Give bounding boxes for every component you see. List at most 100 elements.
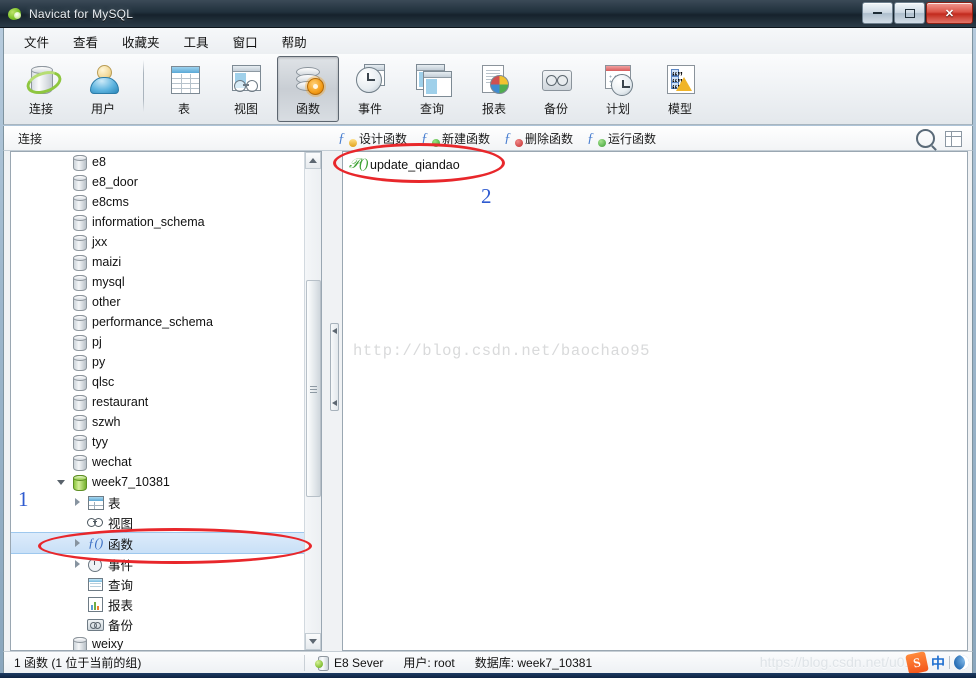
scroll-up-button[interactable] [305,152,321,169]
tree-item-weixy[interactable]: weixy [11,634,305,650]
tree-item-szwh[interactable]: szwh [11,412,305,432]
tree-item-e8cms[interactable]: e8cms [11,192,305,212]
tree-item-label: 查询 [108,578,134,593]
function-list-pane[interactable]: 𝒫() update_qiandao http://blog.csdn.net/… [342,151,968,651]
toolbar-connection[interactable]: 连接 [10,56,72,122]
toolbar-query[interactable]: 查询 [401,56,463,122]
close-button[interactable]: ✕ [926,2,973,24]
tree-scrollbar[interactable] [304,152,321,650]
run-function-icon: ƒ [587,131,607,147]
status-server-text: E8 Sever [334,655,384,670]
watermark-text: http://blog.csdn.net/baochao95 [353,342,651,360]
tree-item-pj[interactable]: pj [11,332,305,352]
toolbar-table[interactable]: 表 [153,56,215,122]
tree-item-label: e8cms [92,195,129,209]
tree-expander-empty [73,579,84,590]
tree-item-jxx[interactable]: jxx [11,232,305,252]
tree-item-报表[interactable]: 报表 [11,594,305,614]
toolbar-event[interactable]: 事件 [339,56,401,122]
tree-item-e8_door[interactable]: e8_door [11,172,305,192]
menu-help[interactable]: 帮助 [270,29,319,54]
moon-icon[interactable] [954,655,969,670]
menu-favorites[interactable]: 收藏夹 [110,29,172,54]
tree-item-查询[interactable]: 查询 [11,574,305,594]
tree-item-qlsc[interactable]: qlsc [11,372,305,392]
window-title: Navicat for MySQL [29,6,134,21]
maximize-button[interactable] [894,2,925,24]
menu-tools[interactable]: 工具 [172,29,221,54]
tree-item-e8[interactable]: e8 [11,152,305,172]
minimize-button[interactable] [862,2,893,24]
toolbar-function[interactable]: 函数 [277,56,339,122]
tree-expander-open-icon[interactable] [57,477,68,488]
tree-item-performance_schema[interactable]: performance_schema [11,312,305,332]
run-function-label: 运行函数 [608,132,657,146]
function-name: update_qiandao [370,158,460,172]
connection-tree[interactable]: e8 e8_door e8cms information_schema jxx maizi… [11,152,305,650]
database-icon [71,214,87,231]
tree-expander-closed-icon[interactable] [73,559,84,570]
tree-item-label: e8 [92,155,106,169]
database-icon [71,174,87,191]
tree-item-py[interactable]: py [11,352,305,372]
tree-item-tyy[interactable]: tyy [11,432,305,452]
toolbar-right-tools [916,129,962,148]
function-list-item[interactable]: 𝒫() update_qiandao [343,155,967,175]
tree-item-事件[interactable]: 事件 [11,554,305,574]
pane-splitter[interactable] [328,151,340,651]
new-function-label: 新建函数 [442,132,491,146]
query-icon [415,62,452,97]
ime-mode-label[interactable]: 中 [931,653,945,673]
tree-item-restaurant[interactable]: restaurant [11,392,305,412]
toolbar-view-label: 视图 [233,102,258,116]
design-function-button[interactable]: ƒ 设计函数 [338,130,407,147]
tree-item-备份[interactable]: 备份 [11,614,305,634]
run-function-button[interactable]: ƒ 运行函数 [587,130,656,147]
tree-item-week7_10381[interactable]: week7_10381 [11,472,305,492]
tree-item-wechat[interactable]: wechat [11,452,305,472]
report-node-icon [87,596,103,612]
new-function-button[interactable]: ƒ 新建函数 [421,130,490,147]
menu-view[interactable]: 查看 [61,29,110,54]
toolbar-schedule[interactable]: 计划 [587,56,649,122]
tree-expander-empty [57,437,68,448]
toolbar-backup[interactable]: 备份 [525,56,587,122]
tree-expander-closed-icon[interactable] [73,538,84,549]
ime-indicator[interactable]: S 中 [904,650,972,675]
annotation-number-2: 2 [481,184,492,208]
toolbar-separator [143,60,144,112]
search-icon[interactable] [916,129,935,148]
tree-item-label: 函数 [108,537,134,552]
tree-expander-empty [73,619,84,630]
scroll-down-button[interactable] [305,633,321,650]
tree-expander-closed-icon[interactable] [73,497,84,508]
function-actions: ƒ 设计函数 ƒ 新建函数 ƒ 删除函数 ƒ 运行函数 [338,126,656,151]
object-toolbar: 连接 ƒ 设计函数 ƒ 新建函数 ƒ 删除函数 ƒ 运行函数 [3,126,973,151]
toolbar-user[interactable]: 用户 [72,56,134,122]
tree-item-label: restaurant [92,395,149,409]
sogou-icon[interactable]: S [905,650,929,675]
toolbar-view[interactable]: 视图 [215,56,277,122]
title-bar: Navicat for MySQL ✕ [0,0,976,28]
toolbar-model[interactable]: 模型 [649,56,711,122]
grid-view-icon[interactable] [945,130,962,147]
menu-window[interactable]: 窗口 [221,29,270,54]
tree-item-函数[interactable]: ƒ() 函数 [11,532,305,554]
delete-function-button[interactable]: ƒ 删除函数 [504,130,573,147]
tree-item-label: pj [92,335,102,349]
tree-item-label: e8_door [92,175,138,189]
tree-expander-empty [73,517,84,528]
tree-item-information_schema[interactable]: information_schema [11,212,305,232]
scroll-thumb[interactable] [306,280,321,497]
menu-file[interactable]: 文件 [12,29,61,54]
tree-item-视图[interactable]: 视图 [11,512,305,532]
database-icon [71,154,87,171]
tree-item-mysql[interactable]: mysql [11,272,305,292]
database-open-icon [71,474,87,491]
tree-item-other[interactable]: other [11,292,305,312]
tree-item-maizi[interactable]: maizi [11,252,305,272]
splitter-handle[interactable] [330,323,339,411]
tree-item-表[interactable]: 表 [11,492,305,512]
toolbar-report[interactable]: 报表 [463,56,525,122]
tree-expander-empty [57,317,68,328]
